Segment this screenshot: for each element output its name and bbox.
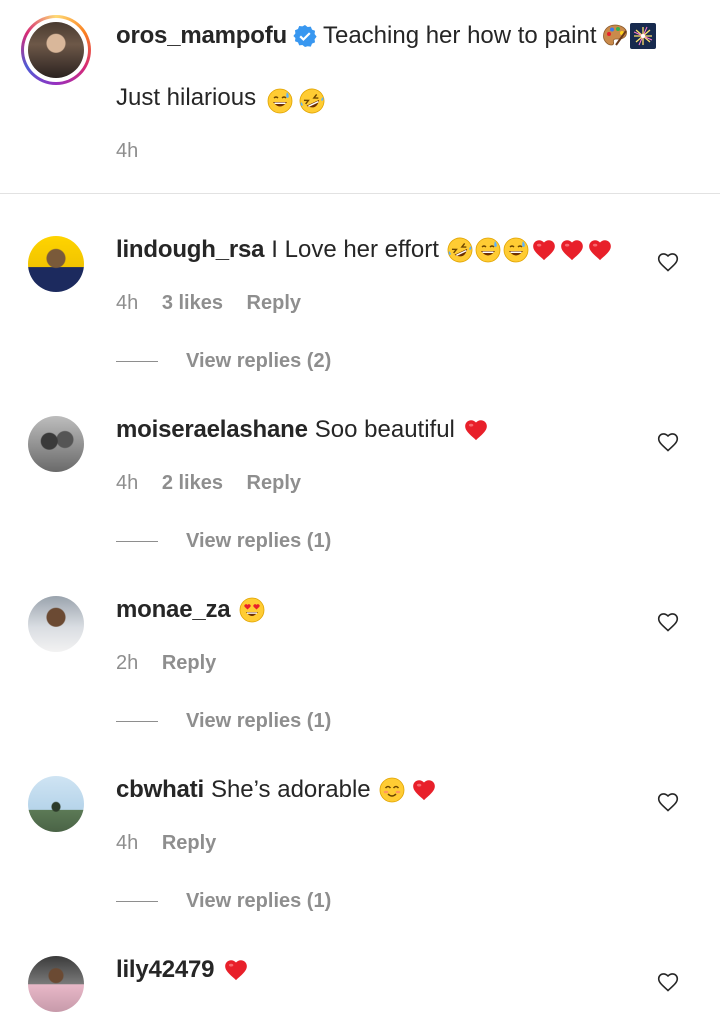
heart-eyes-emoji [239,597,265,623]
comment-text: Soo beautiful [314,416,455,443]
blush-emoji [379,777,405,803]
view-replies-button[interactable]: View replies (1) [116,530,331,553]
replies-dash [116,540,158,543]
view-replies-label: View replies (1) [186,890,332,912]
replies-dash [116,720,158,723]
reply-button[interactable]: Reply [162,652,216,674]
caption-divider [0,193,720,194]
comment-text: I Love her effort [271,236,439,263]
view-replies-button[interactable]: View replies (1) [116,890,331,913]
comment-item: cbwhati She’s adorable 4h Reply View rep… [0,770,720,950]
commenter-avatar[interactable] [28,776,84,832]
grinning-sweat-emoji [267,88,293,114]
red-heart-emoji [411,777,437,803]
caption-text-2: Just hilarious [116,84,257,111]
comment-meta: 4h Reply [116,832,234,855]
like-heart-icon[interactable] [656,250,680,274]
commenter-avatar[interactable] [28,416,84,472]
comment-line: moiseraelashane Soo beautiful [116,416,489,444]
red-heart-emoji [531,237,557,263]
commenter-avatar[interactable] [28,236,84,292]
verified-badge-icon [293,25,317,47]
comment-timestamp: 4h [116,832,139,854]
reply-button[interactable]: Reply [247,292,301,314]
post-caption: oros_mampofu Teaching her how to paint J… [0,0,720,194]
caption-username[interactable]: oros_mampofu [116,22,287,50]
view-replies-button[interactable]: View replies (2) [116,350,331,373]
like-heart-icon[interactable] [656,610,680,634]
comment-line: lily42479 [116,956,249,984]
comment-username[interactable]: cbwhati [116,776,204,804]
author-avatar-image [28,22,84,78]
comment-text: She’s adorable [210,776,371,803]
reply-button[interactable]: Reply [162,832,216,854]
comment-line: cbwhati She’s adorable [116,776,437,804]
red-heart-emoji [587,237,613,263]
comment-line: lindough_rsa I Love her effort [116,236,613,264]
fireworks-emoji [630,23,656,49]
replies-dash [116,900,158,903]
comment-item: lily42479 [0,950,720,1012]
caption-text: Teaching her how to paint [322,22,597,49]
palette-emoji [602,23,628,49]
rofl-emoji [299,88,325,114]
comment-username[interactable]: moiseraelashane [116,416,308,444]
author-avatar[interactable] [21,15,91,85]
comment-item: lindough_rsa I Love her effort 4h 3 like… [0,230,720,410]
grinning-sweat-emoji [503,237,529,263]
comment-item: moiseraelashane Soo beautiful 4h 2 likes… [0,410,720,590]
view-replies-label: View replies (1) [186,530,332,552]
view-replies-label: View replies (1) [186,710,332,732]
rofl-emoji [447,237,473,263]
comment-line: monae_za [116,596,265,624]
comment-likes[interactable]: 3 likes [162,292,223,314]
view-replies-label: View replies (2) [186,350,332,372]
comment-username[interactable]: lily42479 [116,956,214,984]
comment-item: monae_za 2h Reply View replies (1) [0,590,720,770]
comment-username[interactable]: monae_za [116,596,231,624]
caption-timestamp: 4h [116,140,139,162]
comment-timestamp: 4h [116,292,139,314]
view-replies-button[interactable]: View replies (1) [116,710,331,733]
comment-username[interactable]: lindough_rsa [116,236,264,264]
like-heart-icon[interactable] [656,430,680,454]
comment-timestamp: 2h [116,652,139,674]
replies-dash [116,360,158,363]
red-heart-emoji [223,957,249,983]
comment-meta: 4h 3 likes Reply [116,292,319,315]
commenter-avatar[interactable] [28,956,84,1012]
like-heart-icon[interactable] [656,790,680,814]
commenter-avatar[interactable] [28,596,84,652]
comment-meta: 2h Reply [116,652,234,675]
comment-meta: 4h 2 likes Reply [116,472,319,495]
reply-button[interactable]: Reply [247,472,301,494]
comment-timestamp: 4h [116,472,139,494]
grinning-sweat-emoji [475,237,501,263]
comment-likes[interactable]: 2 likes [162,472,223,494]
like-heart-icon[interactable] [656,970,680,994]
caption-line-2: Just hilarious [116,84,325,114]
caption-line: oros_mampofu Teaching her how to paint [116,22,656,50]
red-heart-emoji [559,237,585,263]
red-heart-emoji [463,417,489,443]
